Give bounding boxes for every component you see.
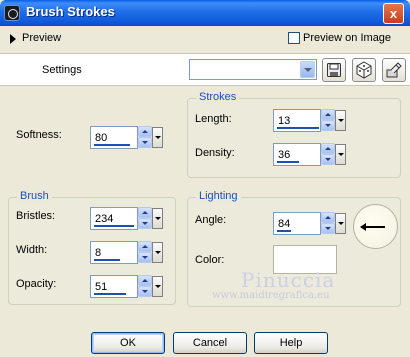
width-label: Width: [16, 244, 48, 256]
softness-up-down-arrows-icon[interactable] [138, 126, 152, 149]
settings-bar: Settings [0, 53, 410, 86]
width-value: 8 [95, 247, 102, 259]
angle-input[interactable]: 84 [273, 212, 321, 235]
dropdown-arrow-icon[interactable] [300, 61, 315, 78]
softness-label: Softness: [16, 129, 62, 141]
bristles-value: 234 [95, 213, 114, 225]
bristles-spinner[interactable]: 234 [90, 207, 164, 230]
softness-value: 80 [95, 132, 108, 144]
softness-input[interactable]: 80 [90, 126, 138, 149]
preset-dropdown[interactable] [189, 59, 317, 80]
length-spinner[interactable]: 13 [273, 109, 347, 132]
softness-dropdown-arrow-icon[interactable] [152, 127, 163, 148]
opacity-dropdown-arrow-icon[interactable] [152, 276, 163, 297]
bristles-label: Bristles: [16, 210, 56, 222]
reset-icon [386, 62, 402, 78]
length-up-down-arrows-icon[interactable] [321, 109, 335, 132]
settings-label: Settings [42, 64, 82, 76]
density-up-down-arrows-icon[interactable] [321, 143, 335, 166]
reset-button[interactable] [382, 58, 406, 82]
length-label: Length: [195, 113, 232, 125]
angle-up-down-arrows-icon[interactable] [321, 212, 335, 235]
density-dropdown-arrow-icon[interactable] [335, 144, 346, 165]
angle-spinner[interactable]: 84 [273, 212, 347, 235]
density-label: Density: [195, 147, 235, 159]
width-spinner[interactable]: 8 [90, 241, 164, 264]
bristles-dropdown-arrow-icon[interactable] [152, 208, 163, 229]
preview-on-image-label[interactable]: Preview on Image [303, 32, 391, 44]
density-slider-bar[interactable] [277, 161, 299, 163]
length-value: 13 [278, 115, 291, 127]
softness-slider-bar[interactable] [94, 144, 130, 146]
watermark-name: Pinuccia [241, 268, 336, 292]
width-dropdown-arrow-icon[interactable] [152, 242, 163, 263]
watermark-url: www.maidiregrafica.eu [212, 290, 330, 301]
opacity-spinner[interactable]: 51 [90, 275, 164, 298]
expand-preview-triangle-icon[interactable] [10, 34, 16, 44]
brush-group-title: Brush [17, 190, 52, 202]
length-dropdown-arrow-icon[interactable] [335, 110, 346, 131]
preview-on-image-checkbox[interactable] [288, 32, 300, 44]
opacity-value: 51 [95, 281, 108, 293]
density-value: 36 [278, 149, 291, 161]
bristles-slider-bar[interactable] [94, 225, 134, 227]
preview-label[interactable]: Preview [22, 32, 61, 44]
cancel-button[interactable]: Cancel [173, 332, 247, 354]
lighting-group-title: Lighting [196, 190, 241, 202]
bristles-input[interactable]: 234 [90, 207, 138, 230]
angle-dropdown-arrow-icon[interactable] [335, 213, 346, 234]
length-slider-bar[interactable] [277, 127, 319, 129]
randomize-dice-icon [356, 61, 372, 79]
opacity-slider-bar[interactable] [94, 293, 126, 295]
randomize-button[interactable] [352, 58, 376, 82]
close-button[interactable]: x [383, 3, 404, 24]
help-button[interactable]: Help [254, 332, 328, 354]
width-slider-bar[interactable] [94, 259, 120, 261]
angle-slider-bar[interactable] [277, 230, 291, 232]
strokes-group-title: Strokes [196, 91, 240, 103]
window-title: Brush Strokes [26, 4, 115, 19]
angle-value: 84 [278, 218, 291, 230]
width-input[interactable]: 8 [90, 241, 138, 264]
softness-spinner[interactable]: 80 [90, 126, 164, 149]
color-label: Color: [195, 254, 225, 266]
opacity-label: Opacity: [16, 278, 57, 290]
ok-button[interactable]: OK [91, 332, 165, 354]
angle-dial[interactable] [353, 204, 398, 249]
opacity-up-down-arrows-icon[interactable] [138, 275, 152, 298]
width-up-down-arrows-icon[interactable] [138, 241, 152, 264]
title-bar[interactable]: Brush Strokes x [0, 0, 410, 26]
save-preset-button[interactable] [322, 58, 346, 82]
angle-label: Angle: [195, 214, 227, 226]
app-icon [4, 5, 20, 21]
opacity-input[interactable]: 51 [90, 275, 138, 298]
save-preset-icon [327, 63, 341, 77]
preview-row: Preview Preview on Image [0, 26, 410, 52]
length-input[interactable]: 13 [273, 109, 321, 132]
bristles-up-down-arrows-icon[interactable] [138, 207, 152, 230]
density-input[interactable]: 36 [273, 143, 321, 166]
density-spinner[interactable]: 36 [273, 143, 347, 166]
